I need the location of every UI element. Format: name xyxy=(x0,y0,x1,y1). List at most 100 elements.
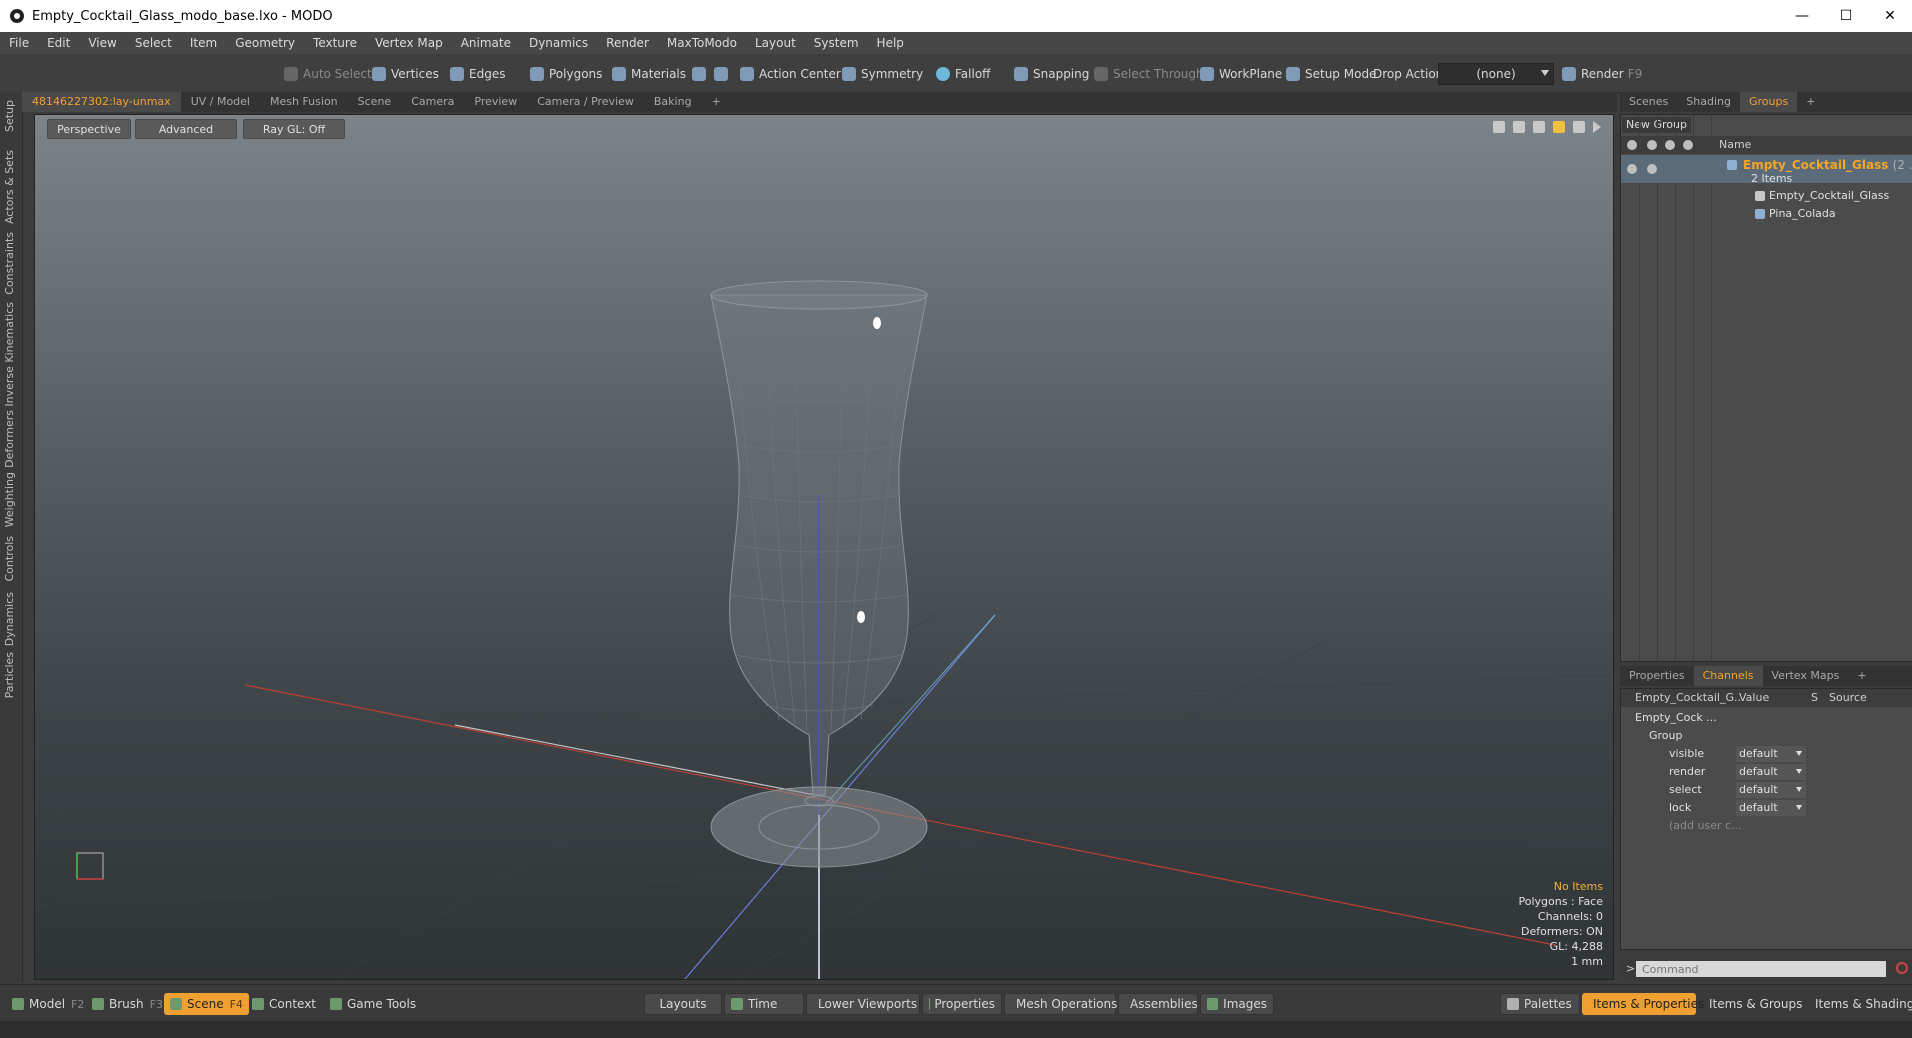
brush-layout-button[interactable]: Brush F3 xyxy=(86,993,169,1015)
center-button[interactable] xyxy=(714,63,733,85)
action-center-button[interactable]: Action Center xyxy=(740,63,841,85)
channel-row[interactable]: select default xyxy=(1621,781,1912,799)
items-shading-button[interactable]: Items & Shading xyxy=(1804,993,1912,1015)
menu-layout[interactable]: Layout xyxy=(746,36,805,50)
channel-value-dropdown[interactable]: default xyxy=(1736,764,1806,780)
snapping-button[interactable]: Snapping xyxy=(1014,63,1089,85)
menu-geometry[interactable]: Geometry xyxy=(226,36,304,50)
channel-row[interactable]: render default xyxy=(1621,763,1912,781)
group-row[interactable]: Empty_Cocktail_Glass (2 ... 2 Items xyxy=(1621,155,1912,185)
menu-vertex-map[interactable]: Vertex Map xyxy=(366,36,452,50)
properties-button[interactable]: Properties xyxy=(922,993,1002,1015)
tab-shading[interactable]: Shading xyxy=(1677,92,1740,112)
channel-value-dropdown[interactable]: default xyxy=(1736,800,1806,816)
tab-dynamics[interactable]: Dynamics xyxy=(3,592,16,646)
tab-camera[interactable]: Camera xyxy=(401,92,464,112)
palettes-button[interactable]: Palettes xyxy=(1500,993,1580,1015)
context-layout-button[interactable]: Context xyxy=(246,993,322,1015)
menu-select[interactable]: Select xyxy=(126,36,181,50)
menu-view[interactable]: View xyxy=(79,36,125,50)
menu-dynamics[interactable]: Dynamics xyxy=(520,36,597,50)
tab-scenes[interactable]: Scenes xyxy=(1620,92,1677,112)
channel-root-row[interactable]: Empty_Cock ... xyxy=(1621,709,1912,727)
ray-gl-button[interactable]: Ray GL: Off xyxy=(243,119,345,139)
channel-value-dropdown[interactable]: default xyxy=(1736,782,1806,798)
falloff-button[interactable]: Falloff xyxy=(936,63,990,85)
menu-help[interactable]: Help xyxy=(868,36,913,50)
polygons-button[interactable]: Polygons xyxy=(530,63,602,85)
menu-file[interactable]: File xyxy=(0,36,38,50)
play-icon[interactable] xyxy=(1593,121,1601,133)
add-tab-button[interactable]: + xyxy=(702,92,731,112)
model-layout-button[interactable]: Model F2 xyxy=(6,993,90,1015)
add-user-channel-row[interactable]: (add user c... xyxy=(1621,817,1912,835)
tab-mesh-fusion[interactable]: Mesh Fusion xyxy=(260,92,348,112)
tab-controls[interactable]: Controls xyxy=(3,536,16,582)
perspective-button[interactable]: Perspective xyxy=(47,119,131,139)
scene-layout-button[interactable]: Scene F4 xyxy=(164,993,249,1015)
add-channel-tab-button[interactable]: + xyxy=(1848,666,1875,686)
tab-inverse-kinematics[interactable]: Inverse Kinematics xyxy=(3,302,16,407)
pivot-button[interactable] xyxy=(692,63,711,85)
minimize-button[interactable]: — xyxy=(1780,0,1824,32)
tab-deformers[interactable]: Deformers xyxy=(3,410,16,468)
materials-button[interactable]: Materials xyxy=(612,63,686,85)
tab-weighting[interactable]: Weighting xyxy=(3,472,16,527)
tab-layout-unmax[interactable]: 48146227302:lay-unmax xyxy=(22,92,181,112)
tab-setup[interactable]: Setup xyxy=(3,100,16,132)
3d-viewport[interactable]: Perspective Advanced Ray GL: Off No Item… xyxy=(34,114,1614,980)
images-button[interactable]: Images xyxy=(1200,993,1274,1015)
zoom-icon[interactable] xyxy=(1533,121,1545,133)
tab-groups[interactable]: Groups xyxy=(1739,92,1798,112)
tab-constraints[interactable]: Constraints xyxy=(3,232,16,295)
lower-viewports-button[interactable]: Lower Viewports xyxy=(806,993,920,1015)
pan-icon[interactable] xyxy=(1493,121,1505,133)
advanced-button[interactable]: Advanced xyxy=(135,119,237,139)
channel-group-row[interactable]: Group xyxy=(1621,727,1912,745)
menu-render[interactable]: Render xyxy=(597,36,658,50)
paint-icon[interactable] xyxy=(1553,121,1565,133)
assemblies-button[interactable]: Assemblies xyxy=(1118,993,1198,1015)
tab-scene[interactable]: Scene xyxy=(348,92,402,112)
add-right-tab-button[interactable]: + xyxy=(1797,92,1824,112)
visibility-toggle-icon[interactable] xyxy=(1627,164,1637,174)
rotate-icon[interactable] xyxy=(1513,121,1525,133)
channel-row[interactable]: lock default xyxy=(1621,799,1912,817)
menu-maxtomodo[interactable]: MaxToModo xyxy=(658,36,746,50)
gear-icon[interactable] xyxy=(1573,121,1585,133)
tab-baking[interactable]: Baking xyxy=(644,92,702,112)
setup-mode-button[interactable]: Setup Mode xyxy=(1286,63,1376,85)
group-child-item[interactable]: Pina_Colada xyxy=(1755,207,1836,220)
channel-value-dropdown[interactable]: default xyxy=(1736,746,1806,762)
tab-particles[interactable]: Particles xyxy=(3,652,16,698)
auto-select-button[interactable]: Auto Select xyxy=(284,63,372,85)
workplane-button[interactable]: WorkPlane xyxy=(1200,63,1282,85)
items-groups-button[interactable]: Items & Groups xyxy=(1698,993,1802,1015)
command-input[interactable] xyxy=(1636,961,1886,977)
time-button[interactable]: Time xyxy=(724,993,804,1015)
menu-system[interactable]: System xyxy=(805,36,868,50)
close-button[interactable]: ✕ xyxy=(1868,0,1912,32)
symmetry-button[interactable]: Symmetry xyxy=(842,63,923,85)
record-icon[interactable] xyxy=(1896,962,1908,974)
edges-button[interactable]: Edges xyxy=(450,63,505,85)
channel-row[interactable]: visible default xyxy=(1621,745,1912,763)
items-properties-button[interactable]: Items & Properties xyxy=(1582,993,1704,1015)
menu-edit[interactable]: Edit xyxy=(38,36,79,50)
render-toggle-icon[interactable] xyxy=(1647,164,1657,174)
layouts-button[interactable]: Layouts xyxy=(644,993,722,1015)
menu-texture[interactable]: Texture xyxy=(304,36,366,50)
menu-item[interactable]: Item xyxy=(181,36,226,50)
tab-uv-model[interactable]: UV / Model xyxy=(181,92,260,112)
select-through-button[interactable]: Select Through xyxy=(1094,63,1204,85)
tab-actors-sets[interactable]: Actors & Sets xyxy=(3,150,16,224)
game-tools-layout-button[interactable]: Game Tools xyxy=(324,993,422,1015)
drop-action-dropdown[interactable]: (none) xyxy=(1438,63,1554,85)
tab-vertex-maps[interactable]: Vertex Maps xyxy=(1763,666,1849,686)
mesh-operations-button[interactable]: Mesh Operations xyxy=(1004,993,1117,1015)
tab-properties[interactable]: Properties xyxy=(1620,666,1694,686)
render-button[interactable]: Render F9 xyxy=(1562,63,1642,85)
menu-animate[interactable]: Animate xyxy=(452,36,520,50)
tab-channels[interactable]: Channels xyxy=(1693,666,1763,686)
tab-preview[interactable]: Preview xyxy=(464,92,527,112)
